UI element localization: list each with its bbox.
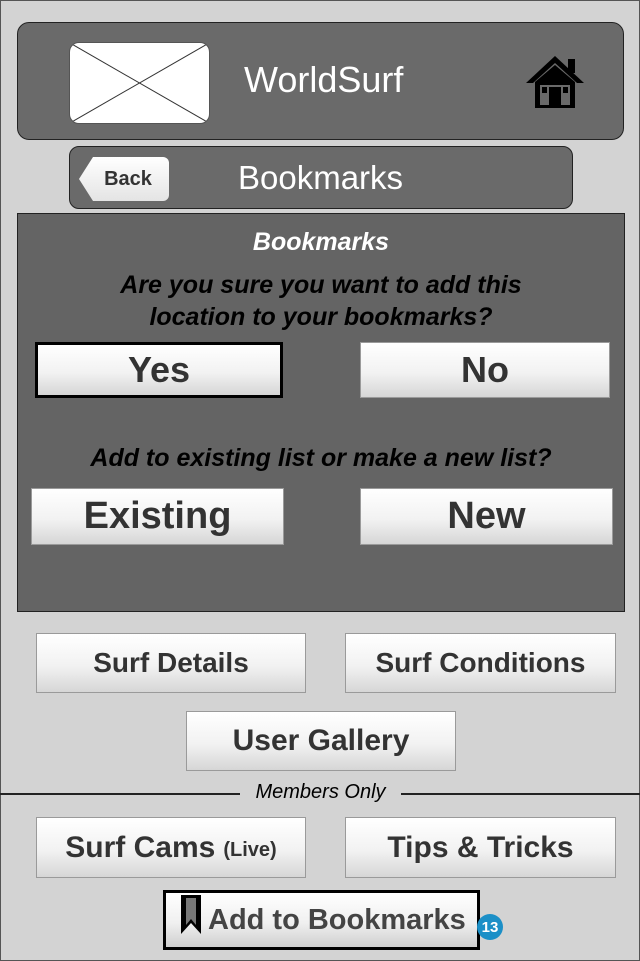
home-icon[interactable] (524, 53, 586, 111)
surf-conditions-button[interactable]: Surf Conditions (345, 633, 616, 693)
list-choice-question: Add to existing list or make a new list? (90, 444, 552, 472)
logo-placeholder-icon (69, 42, 210, 124)
dialog-title: Bookmarks (252, 228, 390, 256)
surf-cams-label: Surf Cams (65, 830, 216, 864)
page-title: Bookmarks (238, 159, 404, 196)
surf-details-button[interactable]: Surf Details (36, 633, 306, 693)
members-only-label: Members Only (255, 781, 386, 803)
existing-list-button[interactable]: Existing (31, 488, 284, 545)
new-list-button[interactable]: New (360, 488, 613, 545)
question-line-2: location to your bookmarks? (149, 303, 493, 331)
back-button[interactable]: Back (79, 157, 169, 201)
app-header: WorldSurf (17, 22, 624, 140)
yes-button[interactable]: Yes (35, 342, 283, 398)
question-line-1: Are you sure you want to add this (120, 271, 522, 299)
add-to-bookmarks-label: Add to Bookmarks (208, 903, 466, 936)
surf-cams-live-label: (Live) (223, 839, 277, 861)
bookmark-icon (180, 895, 202, 935)
add-bookmark-question: Are you sure you want to add this locati… (18, 269, 624, 333)
tips-tricks-button[interactable]: Tips & Tricks (345, 817, 616, 878)
bookmark-dialog: Bookmarks Are you sure you want to add t… (17, 213, 625, 612)
notification-badge: 13 (477, 914, 503, 940)
divider-right (401, 793, 640, 795)
divider-left (0, 793, 240, 795)
surf-cams-button[interactable]: Surf Cams (Live) (36, 817, 306, 878)
user-gallery-button[interactable]: User Gallery (186, 711, 456, 771)
subheader-bar: Back Bookmarks (69, 146, 573, 209)
app-title: WorldSurf (244, 59, 404, 100)
no-button[interactable]: No (360, 342, 610, 398)
add-to-bookmarks-button[interactable]: Add to Bookmarks (163, 890, 480, 950)
